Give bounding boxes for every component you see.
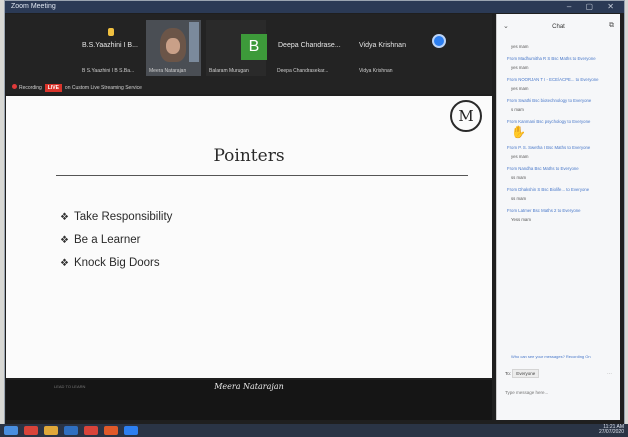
participant-tile-5[interactable]: Vidya Krishnan Vidya Krishnan bbox=[351, 20, 426, 76]
bullet-text: Take Responsibility bbox=[73, 211, 173, 223]
chrome-icon[interactable] bbox=[24, 426, 38, 435]
message-text: yes mam bbox=[511, 154, 529, 159]
start-icon[interactable] bbox=[4, 426, 18, 435]
message-text: Yess mam bbox=[511, 217, 531, 222]
shared-slide: M Pointers ❖ Take Responsibility ❖ Be a Le… bbox=[6, 96, 492, 378]
record-dot-icon bbox=[12, 84, 17, 89]
message-sender[interactable]: From Dhakshin S Bsc Biolife... to Everyo… bbox=[507, 187, 617, 192]
participant-tile-4[interactable]: Deepa Chandrase... Deepa Chandrasekar... bbox=[274, 20, 344, 76]
video-strip: B.S.Yaazhini I B... B S.Yaazhini I B S.B… bbox=[6, 14, 492, 94]
message-text: yes mam bbox=[511, 86, 529, 91]
chat-message: From Kanmani Bsc psychology to Everyone … bbox=[507, 119, 617, 138]
title-bar: Zoom Meeting – ▢ ✕ bbox=[5, 1, 624, 13]
bullet-item: ❖ Knock Big Doors bbox=[60, 257, 172, 269]
message-text: yes mam bbox=[511, 44, 529, 49]
bullet-item: ❖ Take Responsibility bbox=[60, 211, 172, 223]
live-text: on Custom Live Streaming Service bbox=[64, 85, 142, 91]
participant-sub: Meera Natarajan bbox=[149, 68, 187, 74]
message-text: yes mam bbox=[511, 65, 529, 70]
recording-bar: Recording LIVE on Custom Live Streaming Se… bbox=[12, 84, 142, 92]
camera-toggle-icon[interactable] bbox=[432, 34, 446, 48]
chat-message: From NOORJAN T I - ECE/ACPE... to Everyo… bbox=[507, 77, 617, 91]
participant-video bbox=[160, 28, 186, 62]
chat-title: Chat bbox=[552, 24, 565, 30]
participant-sub: B S.Yaazhini I B S.Ba... bbox=[82, 68, 135, 74]
chat-message: From Nandha Bsc Maths to Everyone ss mam bbox=[507, 166, 617, 180]
slide-footer: LEAD TO LEARN Meera Natarajan bbox=[6, 380, 492, 420]
chat-input[interactable] bbox=[505, 382, 615, 402]
popout-icon[interactable]: ⧉ bbox=[609, 22, 614, 30]
participant-tile-1[interactable]: B.S.Yaazhini I B... B S.Yaazhini I B S.B… bbox=[46, 20, 141, 76]
chat-message: From Madhumitha R S Bsc Maths to Everyon… bbox=[507, 56, 617, 70]
bullet-text: Knock Big Doors bbox=[73, 257, 160, 269]
message-text: ss mam bbox=[511, 175, 527, 180]
diamond-bullet-icon: ❖ bbox=[60, 235, 69, 246]
chat-message: From P. S. Swetha I Bsc Maths to Everyon… bbox=[507, 145, 617, 159]
system-tray: 11:21 AM 27/07/2020 bbox=[599, 425, 624, 435]
chat-message: yes mam bbox=[507, 44, 617, 49]
chat-panel: ⌄ Chat ⧉ yes mam From Madhumitha R S Bsc… bbox=[496, 14, 620, 420]
chat-message: From Latmer Bsc Maths 2 to Everyone Yess… bbox=[507, 208, 617, 222]
slide-title: Pointers bbox=[213, 146, 285, 166]
message-sender[interactable]: From Latmer Bsc Maths 2 to Everyone bbox=[507, 208, 617, 213]
bullet-list: ❖ Take Responsibility ❖ Be a Learner ❖ Knoc… bbox=[60, 211, 172, 280]
clock-date: 27/07/2020 bbox=[598, 429, 624, 435]
participant-name: Vidya Krishnan bbox=[359, 42, 406, 49]
participant-name: Deepa Chandrase... bbox=[278, 42, 341, 49]
message-text: s mam bbox=[511, 107, 524, 112]
message-text: ss mam bbox=[511, 196, 527, 201]
chat-message: From Dhakshin S Bsc Biolife... to Everyo… bbox=[507, 187, 617, 201]
recipient-row: To: Everyone bbox=[505, 369, 540, 378]
logo: M bbox=[450, 100, 482, 132]
folder-icon[interactable] bbox=[44, 426, 58, 435]
message-sender[interactable]: From Kanmani Bsc psychology to Everyone bbox=[507, 119, 617, 124]
background-shelf bbox=[189, 22, 199, 62]
participant-sub: Deepa Chandrasekar... bbox=[277, 68, 329, 74]
to-label: To: bbox=[505, 371, 512, 376]
participant-tile-3[interactable]: B Balaram Murugan bbox=[206, 20, 267, 76]
participant-sub: Vidya Krishnan bbox=[359, 68, 393, 74]
recording-label: Recording bbox=[19, 85, 42, 91]
privacy-notice[interactable]: Who can see your messages? Recording On bbox=[511, 354, 591, 359]
hand-icon bbox=[108, 28, 114, 36]
powerpoint-icon[interactable] bbox=[104, 426, 118, 435]
footer-signature: Meera Natarajan bbox=[214, 382, 284, 391]
participant-name: B.S.Yaazhini I B... bbox=[82, 42, 138, 49]
chat-messages[interactable]: yes mam From Madhumitha R S Bsc Maths to… bbox=[507, 40, 617, 229]
window-controls[interactable]: – ▢ ✕ bbox=[567, 1, 620, 13]
diamond-bullet-icon: ❖ bbox=[60, 212, 69, 223]
more-options-icon[interactable]: ⋯ bbox=[607, 371, 612, 377]
title-divider bbox=[56, 175, 468, 176]
message-sender[interactable]: From Nandha Bsc Maths to Everyone bbox=[507, 166, 617, 171]
recipient-select[interactable]: Everyone bbox=[512, 369, 540, 378]
taskbar: 11:21 AM 27/07/2020 bbox=[0, 424, 628, 437]
window-title: Zoom Meeting bbox=[11, 3, 56, 10]
message-sender[interactable]: From NOORJAN T I - ECE/ACPE... to Everyo… bbox=[507, 77, 617, 82]
participant-tile-2[interactable]: Meera Natarajan bbox=[146, 20, 201, 76]
message-sender[interactable]: From Swathi Bsc biotechnology to Everyon… bbox=[507, 98, 617, 103]
message-sender[interactable]: From P. S. Swetha I Bsc Maths to Everyon… bbox=[507, 145, 617, 150]
bullet-item: ❖ Be a Learner bbox=[60, 234, 172, 246]
browser-icon[interactable] bbox=[84, 426, 98, 435]
chat-message: From Swathi Bsc biotechnology to Everyon… bbox=[507, 98, 617, 112]
zoom-app-icon[interactable] bbox=[124, 426, 138, 435]
bullet-text: Be a Learner bbox=[73, 234, 141, 246]
live-badge[interactable]: LIVE bbox=[44, 84, 62, 92]
avatar: B bbox=[241, 34, 267, 60]
thumbs-up-icon: ✋ bbox=[511, 125, 526, 139]
participant-sub: Balaram Murugan bbox=[209, 68, 249, 74]
message-sender[interactable]: From Madhumitha R S Bsc Maths to Everyon… bbox=[507, 56, 617, 61]
diamond-bullet-icon: ❖ bbox=[60, 258, 69, 269]
word-icon[interactable] bbox=[64, 426, 78, 435]
